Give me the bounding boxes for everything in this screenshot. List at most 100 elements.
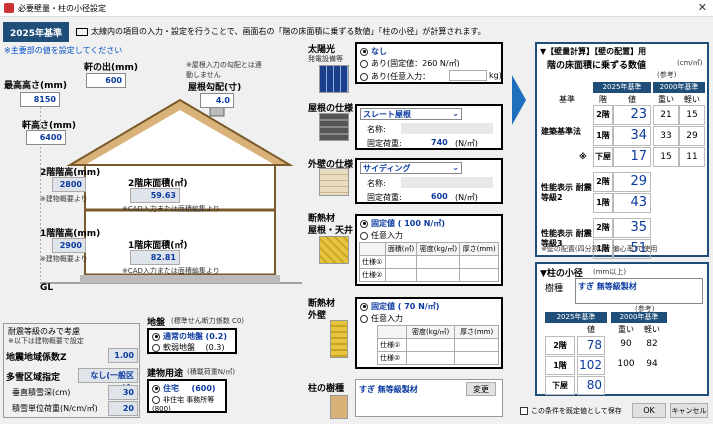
- app-icon: [4, 3, 14, 13]
- roof-load-unit: (N/㎡): [455, 139, 478, 148]
- max-height-label: 最高高さ(mm): [4, 81, 67, 91]
- f2-height-note: ※建物概要より: [40, 195, 88, 203]
- column-size-panel: ▼柱の小径 (mm以上) 樹種 すぎ 無等級製材 (参考) 2025年基準 20…: [535, 262, 709, 396]
- solar-options: なし あり(固定値：260 N/㎡) あり(任意入力： kg): [355, 42, 503, 84]
- required-note: ※主要部の値を設定してください: [4, 46, 123, 55]
- eave-label: 軒の出(mm): [84, 63, 138, 73]
- ins-wall-fixed-radio[interactable]: 固定値 ( 70 N/㎡): [360, 301, 439, 312]
- ground-sub: (標準せん断力係数 C0): [171, 317, 245, 325]
- solar-fixed-radio[interactable]: あり(固定値：260 N/㎡): [360, 58, 460, 69]
- ins-roof-panel: 固定値 ( 100 N/㎡) 任意入力 面積(㎡) 密度(kg/㎥) 厚さ(mm) …: [355, 214, 503, 286]
- ins-roof-sub: 屋根・天井: [308, 226, 354, 236]
- standard-label: 2025年基準: [3, 22, 69, 42]
- coef-value: 35: [613, 218, 651, 238]
- col-floor: 階: [599, 95, 607, 104]
- wall-panel: サイディング ⌄ 名称: 固定荷重: 600 (N/㎡): [355, 158, 503, 204]
- coef-floor: 1階: [593, 193, 613, 213]
- window-title: 必要壁量・柱の小径設定: [18, 4, 106, 13]
- ground-normal-radio[interactable]: 通常の地盤 (0.2): [152, 331, 227, 342]
- max-height-input[interactable]: 8150: [20, 92, 60, 107]
- ins-wall-table: 密度(kg/㎥) 厚さ(mm) 仕様① 仕様②: [377, 325, 499, 365]
- roof-select[interactable]: スレート屋根 ⌄: [360, 108, 462, 120]
- coef-mark: ※: [579, 152, 587, 161]
- eave-height-input[interactable]: 6400: [26, 130, 66, 145]
- col-heavy: 重い: [658, 95, 674, 104]
- col-val-head: 値: [587, 325, 595, 334]
- wall-coef-note: ※壁の配置(四分割法、偏心率)で使用: [541, 245, 658, 253]
- coef-value: 17: [613, 147, 651, 167]
- coef-value: 23: [613, 105, 651, 125]
- wall-coef-ref: (参考): [657, 71, 677, 79]
- wall-select[interactable]: サイディング ⌄: [360, 162, 462, 174]
- ins-wall-image: [330, 320, 348, 358]
- solar-unit: kg): [489, 71, 502, 80]
- coef-group-label: 性能表示 耐震等級2: [541, 183, 592, 202]
- roof-pitch-input[interactable]: 4.0: [200, 93, 234, 108]
- f1-area-note: ※CAD入力または面積編集より: [122, 267, 220, 275]
- ground-title: 地盤: [147, 318, 166, 328]
- column-value: 102: [577, 356, 605, 375]
- wall-coef-head: ▼【壁量計算】【壁の配置】用: [540, 47, 647, 56]
- save-default-checkbox[interactable]: この条件を既定値として保存: [520, 406, 622, 416]
- roof-image: [319, 113, 349, 141]
- snow-depth-value: 30: [108, 385, 138, 400]
- roof-material-label: 名称:: [367, 125, 386, 134]
- column-title: 柱の樹種: [308, 384, 345, 394]
- seismic-panel: 耐震等級のみで考慮 ※以下は建物概要で設定 地震地域係数Z 1.00 多雪区域指…: [3, 323, 140, 418]
- ok-button[interactable]: OK: [632, 403, 666, 418]
- ins-wall-custom-radio[interactable]: 任意入力: [360, 313, 403, 324]
- column-size-unit: (mm以上): [593, 268, 627, 276]
- ins-wall-panel: 固定値 ( 70 N/㎡) 任意入力 密度(kg/㎥) 厚さ(mm) 仕様① 仕様…: [355, 297, 503, 369]
- f1-height-note: ※建物概要より: [40, 255, 88, 263]
- column-change-button[interactable]: 変更: [466, 382, 496, 396]
- z-label: 地震地域係数Z: [6, 353, 67, 363]
- ground-soft-radio[interactable]: 軟弱地盤 (0.3): [152, 342, 225, 353]
- coef-floor: 2階: [593, 218, 613, 238]
- wall-material-value: [401, 177, 493, 188]
- column-floor: 下屋: [545, 376, 575, 395]
- std-2025-header: 2025年基準: [593, 82, 651, 93]
- roof-load-value: 740: [431, 138, 448, 147]
- col-base: 基準: [559, 95, 575, 104]
- coef-heavy: 21: [653, 105, 679, 125]
- column-species: すぎ 無等級製材: [359, 385, 418, 394]
- roof-material-value: [401, 123, 493, 134]
- col-val: 値: [628, 95, 636, 104]
- solar-custom-input[interactable]: [449, 70, 487, 81]
- ins-roof-table: 面積(㎡) 密度(kg/㎥) 厚さ(mm) 仕様① 仕様②: [359, 242, 499, 282]
- ins-roof-image: [319, 236, 349, 264]
- column-floor: 2階: [545, 336, 575, 355]
- gl-label: GL: [40, 283, 54, 293]
- usage-office-radio[interactable]: 非住宅 事務所等 (800): [152, 395, 226, 413]
- usage-sub: (積載荷重N/㎡): [187, 368, 236, 376]
- close-icon[interactable]: ✕: [698, 1, 707, 14]
- ins-wall-sub: 外壁: [308, 311, 327, 321]
- coef-floor: 1階: [593, 126, 613, 146]
- coef-value: 34: [613, 126, 651, 146]
- snow-value: なし(一般区域): [78, 368, 138, 393]
- col-light-head: 軽い: [644, 325, 660, 334]
- wall-coef-panel: ▼【壁量計算】【壁の配置】用 階の床面積に乗ずる数値 (cm/㎡) (参考) 2…: [535, 42, 709, 259]
- column-image: [330, 395, 348, 419]
- f1-height-value: 2900: [52, 238, 86, 253]
- snow-weight-label: 積雪単位荷重(N/cm/㎡): [12, 404, 98, 413]
- coef-group-label: 建築基準法: [541, 126, 581, 136]
- coef-heavy: 33: [653, 126, 679, 146]
- arrow-right-icon: [512, 75, 526, 125]
- coef-value: 29: [613, 172, 651, 192]
- ins-roof-custom-radio[interactable]: 任意入力: [360, 230, 403, 241]
- solar-custom-radio[interactable]: あり(任意入力：: [360, 71, 430, 82]
- title-bar: 必要壁量・柱の小径設定 ✕: [0, 0, 713, 17]
- col-heavy-head: 重い: [618, 325, 634, 334]
- usage-title: 建物用途: [147, 369, 184, 379]
- coef-light: 11: [679, 147, 705, 167]
- cancel-button[interactable]: キャンセル: [670, 403, 708, 418]
- solar-none-radio[interactable]: なし: [360, 46, 387, 57]
- usage-house-radio[interactable]: 住宅 (600): [152, 383, 216, 394]
- coef-heavy: 15: [653, 147, 679, 167]
- ins-roof-fixed-radio[interactable]: 固定値 ( 100 N/㎡): [360, 218, 445, 229]
- f2-area-value: 59.63: [130, 188, 180, 203]
- eave-input[interactable]: 600: [86, 73, 126, 88]
- column-value: 78: [577, 336, 605, 355]
- z-value: 1.00: [108, 348, 138, 363]
